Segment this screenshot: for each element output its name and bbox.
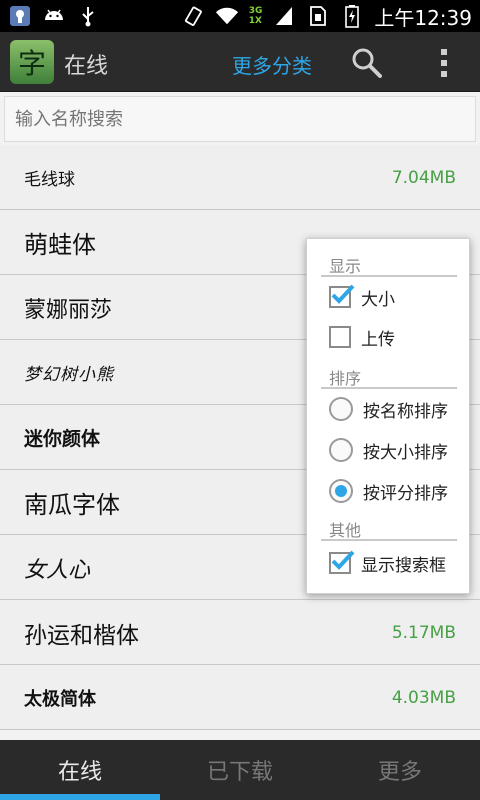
upload-checkbox[interactable] bbox=[329, 326, 351, 348]
sort-name-radio[interactable] bbox=[329, 397, 353, 421]
font-name: 梦幻树小熊 bbox=[24, 365, 114, 385]
option-sort-name[interactable]: 按名称排序 bbox=[329, 389, 465, 429]
font-size: 4.03MB bbox=[391, 687, 456, 708]
tab-online[interactable]: 在线 bbox=[0, 740, 160, 800]
font-name: 南瓜字体 bbox=[24, 491, 120, 519]
font-name: 萌蛙体 bbox=[24, 231, 96, 259]
font-name: 迷你颜体 bbox=[24, 428, 101, 450]
option-label: 按名称排序 bbox=[363, 401, 448, 422]
page-title: 在线 bbox=[64, 54, 109, 79]
option-label: 按评分排序 bbox=[363, 483, 448, 504]
usb-icon bbox=[76, 4, 100, 28]
section-title-display: 显示 bbox=[329, 257, 362, 276]
android-icon bbox=[42, 4, 66, 28]
sort-rating-radio[interactable] bbox=[329, 479, 353, 503]
app-logo[interactable]: 字 bbox=[10, 40, 54, 84]
search-icon[interactable] bbox=[350, 46, 384, 80]
action-bar: 字 在线 更多分类 bbox=[0, 32, 480, 92]
vibrate-icon bbox=[181, 4, 205, 28]
font-size: 7.04MB bbox=[391, 167, 456, 188]
usb-debug-icon bbox=[8, 4, 32, 28]
app-logo-glyph: 字 bbox=[17, 47, 46, 80]
search-input[interactable] bbox=[4, 96, 476, 142]
font-size: 5.17MB bbox=[391, 622, 456, 643]
option-label: 上传 bbox=[361, 329, 395, 350]
font-name: 太极简体 bbox=[24, 688, 96, 710]
option-size[interactable]: 大小 bbox=[329, 277, 465, 317]
font-name: 毛线球 bbox=[24, 170, 75, 190]
options-popup-menu: 显示 大小 上传 排序 按名称排序 按大小排序 按评分排序 其他 显示搜索框 bbox=[306, 238, 470, 594]
list-item[interactable]: 太极简体 4.03MB bbox=[0, 665, 480, 730]
list-item[interactable]: 毛线球 7.04MB bbox=[0, 145, 480, 210]
checkmark-icon bbox=[331, 284, 355, 304]
sim-icon bbox=[306, 4, 330, 28]
status-time: 上午12:39 bbox=[374, 5, 472, 30]
tab-more[interactable]: 更多 bbox=[320, 740, 480, 800]
checkmark-icon bbox=[331, 550, 355, 570]
option-label: 大小 bbox=[361, 289, 395, 310]
network-type: 3G 1X bbox=[248, 6, 263, 26]
divider bbox=[321, 539, 457, 541]
size-checkbox[interactable] bbox=[329, 284, 355, 308]
option-label: 按大小排序 bbox=[363, 442, 448, 463]
sort-size-radio[interactable] bbox=[329, 438, 353, 462]
status-bar: 3G 1X 上午12:39 bbox=[0, 0, 480, 32]
font-name: 蒙娜丽莎 bbox=[24, 297, 113, 323]
wifi-icon bbox=[215, 4, 239, 28]
battery-charging-icon bbox=[340, 4, 364, 28]
tab-downloaded[interactable]: 已下载 bbox=[160, 740, 320, 800]
font-name: 孙运和楷体 bbox=[24, 622, 139, 649]
section-title-sort: 排序 bbox=[329, 369, 362, 388]
overflow-menu-icon[interactable] bbox=[432, 46, 456, 80]
option-show-search[interactable]: 显示搜索框 bbox=[329, 543, 465, 583]
option-sort-size[interactable]: 按大小排序 bbox=[329, 430, 465, 470]
active-tab-indicator bbox=[0, 794, 160, 800]
bottom-tab-bar: 在线 已下载 更多 bbox=[0, 740, 480, 800]
list-item[interactable]: 孙运和楷体 5.17MB bbox=[0, 600, 480, 665]
more-categories-button[interactable]: 更多分类 bbox=[232, 50, 312, 79]
font-name: 女人心 bbox=[24, 557, 91, 583]
option-upload[interactable]: 上传 bbox=[329, 317, 465, 357]
show-search-checkbox[interactable] bbox=[329, 550, 355, 574]
signal-icon bbox=[272, 4, 296, 28]
option-label: 显示搜索框 bbox=[361, 555, 446, 576]
section-title-other: 其他 bbox=[329, 521, 362, 540]
option-sort-rating[interactable]: 按评分排序 bbox=[329, 471, 465, 511]
